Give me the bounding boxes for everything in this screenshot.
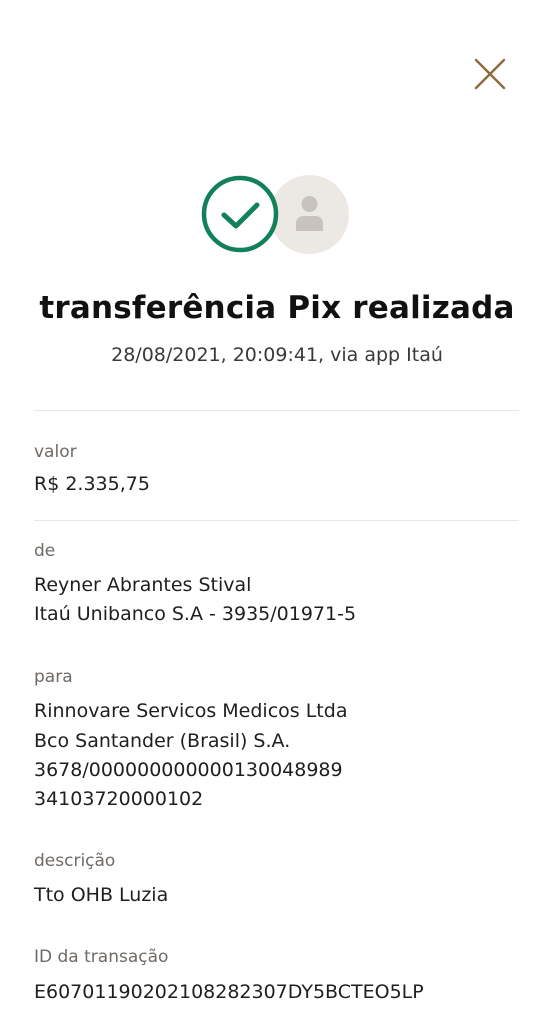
recipient-name: Rinnovare Servicos Medicos Ltda — [34, 700, 348, 722]
recipient-label: para — [34, 667, 73, 687]
avatar — [270, 175, 349, 254]
description-value: Tto OHB Luzia — [34, 884, 169, 906]
recipient-document: 34103720000102 — [34, 788, 204, 810]
description-label: descrição — [34, 851, 116, 871]
transaction-id-value: E60701190202108282307DY5BCTEO5LP — [34, 981, 424, 1003]
recipient-bank: Bco Santander (Brasil) S.A. — [34, 730, 291, 752]
close-icon — [474, 58, 506, 90]
divider — [34, 520, 519, 521]
amount-label: valor — [34, 442, 77, 462]
recipient-account: 3678/000000000000130048989 — [34, 759, 343, 781]
sender-name: Reyner Abrantes Stival — [34, 574, 252, 596]
sender-label: de — [34, 541, 56, 561]
transaction-id-label: ID da transação — [34, 947, 169, 967]
status-icons — [200, 174, 352, 254]
page-title: transferência Pix realizada — [39, 290, 515, 326]
transaction-datetime: 28/08/2021, 20:09:41, via app Itaú — [111, 344, 443, 366]
divider — [34, 410, 519, 411]
amount-value: R$ 2.335,75 — [34, 473, 150, 495]
person-icon — [296, 196, 323, 231]
close-button[interactable] — [472, 56, 508, 92]
check-circle-icon — [201, 175, 279, 253]
sender-bank: Itaú Unibanco S.A - 3935/01971-5 — [34, 603, 357, 625]
